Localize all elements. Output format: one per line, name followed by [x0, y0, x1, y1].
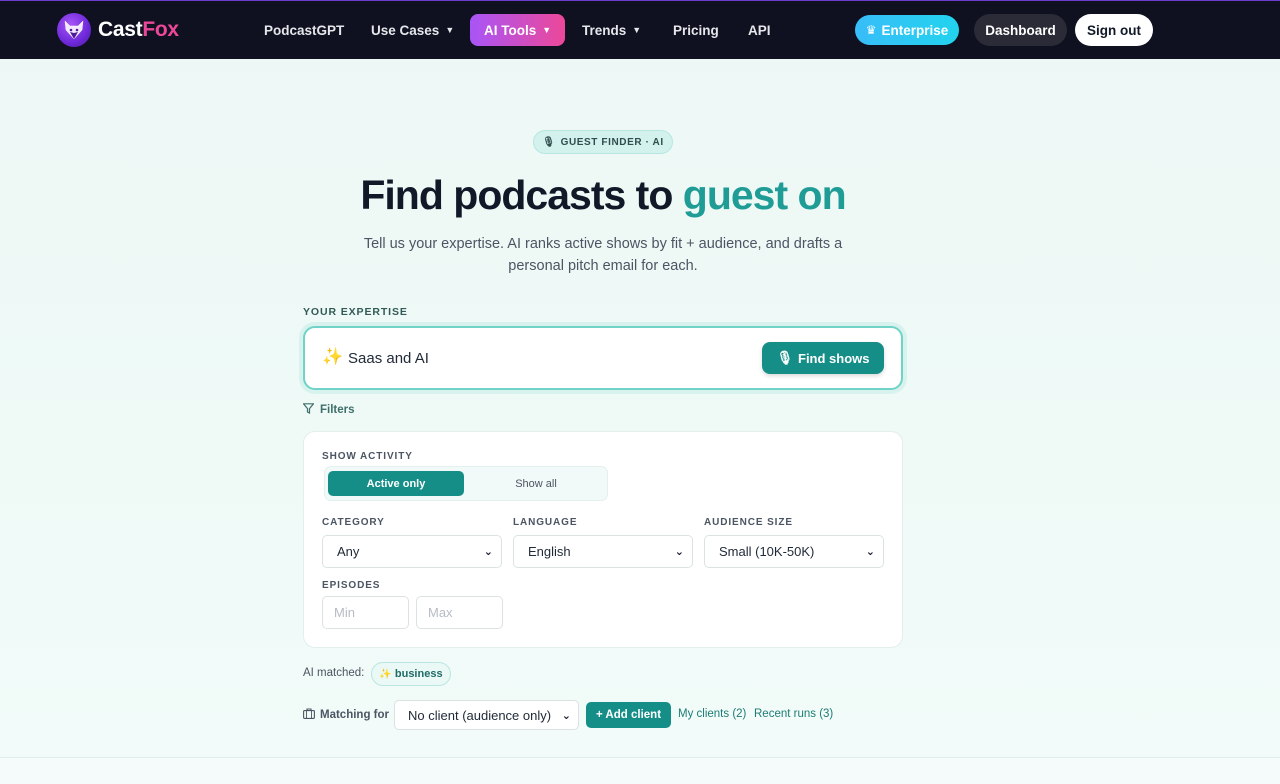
brand-logo-link[interactable]: CastFox [57, 13, 179, 47]
category-select[interactable]: Any ⌄ [322, 535, 502, 568]
my-clients-link[interactable]: My clients (2) [678, 708, 746, 720]
microphone-icon: 🎙 [542, 136, 556, 148]
episodes-label: EPISODES [322, 580, 381, 591]
expertise-input[interactable] [348, 347, 748, 369]
funnel-icon [302, 403, 315, 417]
dashboard-button[interactable]: Dashboard [974, 14, 1067, 46]
nav-label: API [748, 22, 771, 38]
brand-name-main: Cast [98, 18, 143, 41]
language-select[interactable]: English ⌄ [513, 535, 693, 568]
chevron-down-icon: ⌄ [561, 710, 571, 722]
briefcase-icon [303, 708, 315, 722]
filters-toggle[interactable]: Filters [302, 403, 355, 417]
nav-label: Trends [582, 22, 627, 38]
find-shows-button[interactable]: 🎙 Find shows [762, 342, 884, 374]
brand-name-accent: Fox [142, 18, 179, 41]
nav-label: PodcastGPT [264, 22, 345, 38]
sparkle-icon: ✨ [322, 347, 344, 366]
find-shows-label: Find shows [798, 350, 870, 366]
nav-use-cases[interactable]: Use Cases ▼ [357, 14, 468, 46]
microphone-icon: 🎙 [776, 350, 793, 365]
badge-label: GUEST FINDER · AI [560, 136, 664, 148]
category-label: CATEGORY [322, 517, 385, 528]
enterprise-label: Enterprise [881, 22, 949, 38]
nav-ai-tools[interactable]: AI Tools ▼ [470, 14, 565, 46]
brand-name: CastFox [98, 18, 179, 42]
nav-label: AI Tools [484, 22, 537, 38]
chevron-down-icon: ▼ [445, 25, 455, 35]
title-main: Find podcasts to [360, 172, 683, 218]
language-label: LANGUAGE [513, 517, 578, 528]
ai-matched-label: AI matched: [303, 667, 365, 679]
nav-api[interactable]: API [734, 14, 785, 46]
episodes-min-input[interactable]: Min [322, 596, 409, 629]
chevron-down-icon: ⌄ [865, 546, 875, 558]
audience-size-label: AUDIENCE SIZE [704, 517, 793, 528]
crown-icon: ♛ [865, 23, 877, 37]
sign-out-button[interactable]: Sign out [1075, 14, 1153, 46]
audience-size-select[interactable]: Small (10K-50K) ⌄ [704, 535, 884, 568]
chevron-down-icon: ▼ [632, 25, 642, 35]
language-value: English [528, 544, 571, 559]
category-value: Any [337, 544, 360, 559]
add-client-button[interactable]: + Add client [586, 702, 671, 728]
client-select-value: No client (audience only) [408, 707, 552, 723]
title-accent: guest on [682, 172, 847, 218]
filter-panel: SHOW ACTIVITY Active only Show all CATEG… [303, 431, 903, 648]
nav-label: Use Cases [371, 22, 440, 38]
chevron-down-icon: ▼ [542, 25, 552, 35]
client-select[interactable]: No client (audience only) ⌄ [394, 700, 579, 730]
nav-podcastgpt[interactable]: PodcastGPT [250, 14, 358, 46]
ai-tag-chip[interactable]: ✨ business [371, 662, 451, 686]
tag-label: business [394, 668, 443, 680]
audience-size-value: Small (10K-50K) [719, 544, 815, 559]
nav-trends[interactable]: Trends ▼ [568, 14, 655, 46]
chevron-down-icon: ⌄ [674, 546, 684, 558]
guest-finder-badge: 🎙 GUEST FINDER · AI [533, 130, 673, 154]
filters-label: Filters [320, 404, 355, 416]
fox-logo-icon [57, 13, 91, 47]
show-activity-label: SHOW ACTIVITY [322, 451, 413, 462]
episodes-max-input[interactable]: Max [416, 596, 503, 629]
matching-for-text: Matching for [320, 709, 389, 721]
section-divider [0, 757, 1280, 784]
expertise-search-box: ✨ 🎙 Find shows [303, 326, 903, 390]
chevron-down-icon: ⌄ [483, 546, 493, 558]
nav-label: Pricing [673, 22, 719, 38]
show-all-option[interactable]: Show all [468, 471, 604, 496]
nav-pricing[interactable]: Pricing [659, 14, 733, 46]
matching-for-label: Matching for [303, 708, 389, 722]
page-title: Find podcasts to guest on [0, 172, 1206, 219]
enterprise-button[interactable]: ♛ Enterprise [855, 15, 959, 45]
top-navbar: CastFox PodcastGPT Use Cases ▼ AI Tools … [0, 0, 1280, 59]
recent-runs-link[interactable]: Recent runs (3) [754, 708, 833, 720]
sparkle-icon: ✨ [379, 668, 392, 680]
show-activity-toggle: Active only Show all [324, 466, 608, 501]
active-only-option[interactable]: Active only [328, 471, 464, 496]
page-subtitle: Tell us your expertise. AI ranks active … [363, 236, 843, 274]
expertise-label: YOUR EXPERTISE [303, 306, 408, 318]
